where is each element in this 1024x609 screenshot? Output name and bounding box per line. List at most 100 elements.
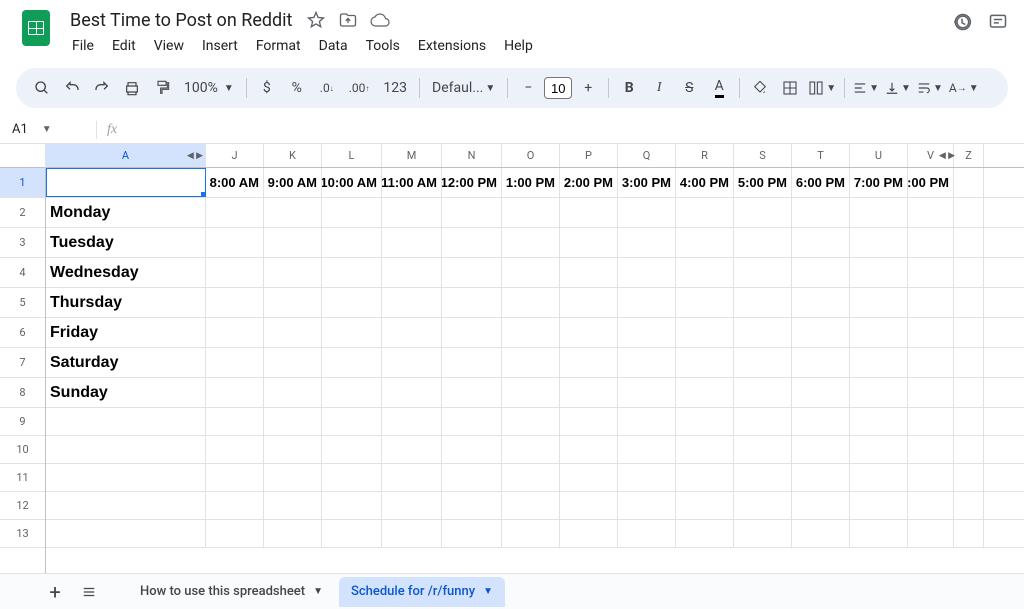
- column-header-P[interactable]: P: [560, 144, 618, 167]
- cell-P9[interactable]: [560, 408, 618, 435]
- cell-Q7[interactable]: [618, 348, 676, 377]
- cell-R1[interactable]: 4:00 PM: [676, 168, 734, 197]
- cell-K7[interactable]: [264, 348, 322, 377]
- cell-A1[interactable]: [46, 168, 206, 197]
- horizontal-align-button[interactable]: ▼: [851, 74, 881, 102]
- cell-R9[interactable]: [676, 408, 734, 435]
- cell-T13[interactable]: [792, 520, 850, 547]
- cell-J7[interactable]: [206, 348, 264, 377]
- cell-O6[interactable]: [502, 318, 560, 347]
- cell-A3[interactable]: Tuesday: [46, 228, 206, 257]
- decrease-fontsize-button[interactable]: −: [514, 74, 542, 102]
- cell-P12[interactable]: [560, 492, 618, 519]
- cell-O1[interactable]: 1:00 PM: [502, 168, 560, 197]
- row-header-5[interactable]: 5: [0, 288, 45, 318]
- cell-K4[interactable]: [264, 258, 322, 287]
- text-rotation-button[interactable]: A→▼: [947, 74, 981, 102]
- cell-L1[interactable]: 10:00 AM: [322, 168, 382, 197]
- cell-V13[interactable]: [908, 520, 954, 547]
- cell-K6[interactable]: [264, 318, 322, 347]
- bold-button[interactable]: B: [615, 74, 643, 102]
- cell-P7[interactable]: [560, 348, 618, 377]
- format-percent-button[interactable]: %: [283, 74, 311, 102]
- cell-Z2[interactable]: [954, 198, 984, 227]
- column-header-A[interactable]: A◀ ▶: [46, 144, 206, 167]
- cell-V4[interactable]: [908, 258, 954, 287]
- cell-V1[interactable]: 8:00 PM: [908, 168, 954, 197]
- cell-S5[interactable]: [734, 288, 792, 317]
- cell-J11[interactable]: [206, 464, 264, 491]
- row-header-4[interactable]: 4: [0, 258, 45, 288]
- cell-L12[interactable]: [322, 492, 382, 519]
- sheets-logo[interactable]: [16, 8, 56, 48]
- cell-P3[interactable]: [560, 228, 618, 257]
- comments-icon[interactable]: [988, 12, 1008, 32]
- cell-K9[interactable]: [264, 408, 322, 435]
- cell-O7[interactable]: [502, 348, 560, 377]
- cell-V3[interactable]: [908, 228, 954, 257]
- row-header-2[interactable]: 2: [0, 198, 45, 228]
- column-header-T[interactable]: T: [792, 144, 850, 167]
- cell-A11[interactable]: [46, 464, 206, 491]
- cell-T7[interactable]: [792, 348, 850, 377]
- sheet-tab[interactable]: Schedule for /r/funny▼: [339, 577, 505, 607]
- row-header-7[interactable]: 7: [0, 348, 45, 378]
- cell-A4[interactable]: Wednesday: [46, 258, 206, 287]
- menu-help[interactable]: Help: [496, 34, 541, 58]
- cell-U2[interactable]: [850, 198, 908, 227]
- cell-S9[interactable]: [734, 408, 792, 435]
- sheet-tab[interactable]: How to use this spreadsheet▼: [128, 577, 335, 607]
- cell-Q3[interactable]: [618, 228, 676, 257]
- cell-U7[interactable]: [850, 348, 908, 377]
- cell-O11[interactable]: [502, 464, 560, 491]
- cell-O4[interactable]: [502, 258, 560, 287]
- row-header-6[interactable]: 6: [0, 318, 45, 348]
- cell-N13[interactable]: [442, 520, 502, 547]
- cell-M7[interactable]: [382, 348, 442, 377]
- cell-J1[interactable]: 8:00 AM: [206, 168, 264, 197]
- cell-M8[interactable]: [382, 378, 442, 407]
- cell-T5[interactable]: [792, 288, 850, 317]
- cell-U11[interactable]: [850, 464, 908, 491]
- menu-file[interactable]: File: [64, 34, 102, 58]
- vertical-align-button[interactable]: ▼: [883, 74, 913, 102]
- borders-button[interactable]: [776, 74, 804, 102]
- all-sheets-button[interactable]: [74, 577, 104, 607]
- cell-M11[interactable]: [382, 464, 442, 491]
- cell-J5[interactable]: [206, 288, 264, 317]
- format-currency-button[interactable]: $: [253, 74, 281, 102]
- cell-grid[interactable]: 8:00 AM9:00 AM10:00 AM11:00 AM12:00 PM1:…: [46, 168, 1024, 574]
- cell-A10[interactable]: [46, 436, 206, 463]
- cell-V8[interactable]: [908, 378, 954, 407]
- cell-Q6[interactable]: [618, 318, 676, 347]
- cell-L5[interactable]: [322, 288, 382, 317]
- cell-T8[interactable]: [792, 378, 850, 407]
- cell-L4[interactable]: [322, 258, 382, 287]
- cell-Q5[interactable]: [618, 288, 676, 317]
- cell-O8[interactable]: [502, 378, 560, 407]
- cell-V10[interactable]: [908, 436, 954, 463]
- cell-V7[interactable]: [908, 348, 954, 377]
- cell-S3[interactable]: [734, 228, 792, 257]
- cell-L7[interactable]: [322, 348, 382, 377]
- cell-N12[interactable]: [442, 492, 502, 519]
- cell-M4[interactable]: [382, 258, 442, 287]
- menu-view[interactable]: View: [146, 34, 192, 58]
- cell-J4[interactable]: [206, 258, 264, 287]
- text-wrap-button[interactable]: ▼: [915, 74, 945, 102]
- cell-Z11[interactable]: [954, 464, 984, 491]
- cell-N10[interactable]: [442, 436, 502, 463]
- cell-Z8[interactable]: [954, 378, 984, 407]
- select-all-corner[interactable]: [0, 144, 46, 168]
- cell-J8[interactable]: [206, 378, 264, 407]
- cell-U6[interactable]: [850, 318, 908, 347]
- cell-R13[interactable]: [676, 520, 734, 547]
- cell-A7[interactable]: Saturday: [46, 348, 206, 377]
- cell-Z9[interactable]: [954, 408, 984, 435]
- cell-Z1[interactable]: [954, 168, 984, 197]
- cell-Z10[interactable]: [954, 436, 984, 463]
- fill-color-button[interactable]: [746, 74, 774, 102]
- cell-M2[interactable]: [382, 198, 442, 227]
- cell-N1[interactable]: 12:00 PM: [442, 168, 502, 197]
- cell-J3[interactable]: [206, 228, 264, 257]
